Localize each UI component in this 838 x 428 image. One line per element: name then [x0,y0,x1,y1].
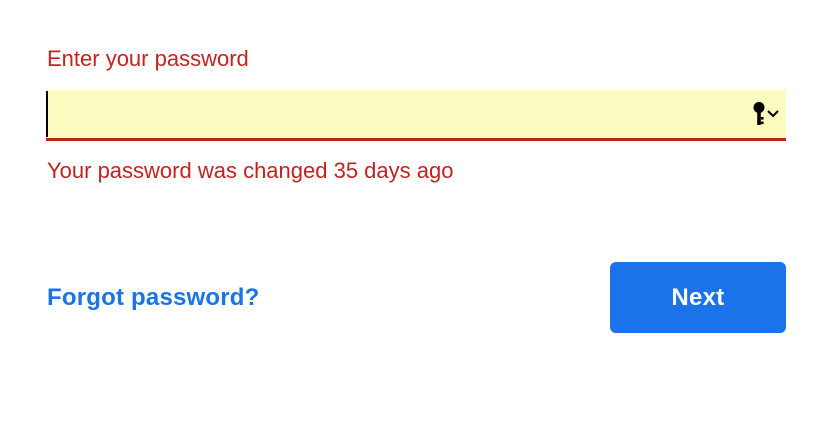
password-label: Enter your password [47,46,249,71]
password-input[interactable] [52,90,742,138]
forgot-password-link[interactable]: Forgot password? [47,283,260,313]
password-manager-button[interactable] [748,100,784,128]
error-message: Your password was changed 35 days ago [47,158,454,183]
password-field[interactable] [46,90,786,141]
text-caret [46,91,48,137]
key-icon [752,101,766,127]
next-button[interactable]: Next [610,262,786,333]
chevron-down-icon [766,109,780,119]
